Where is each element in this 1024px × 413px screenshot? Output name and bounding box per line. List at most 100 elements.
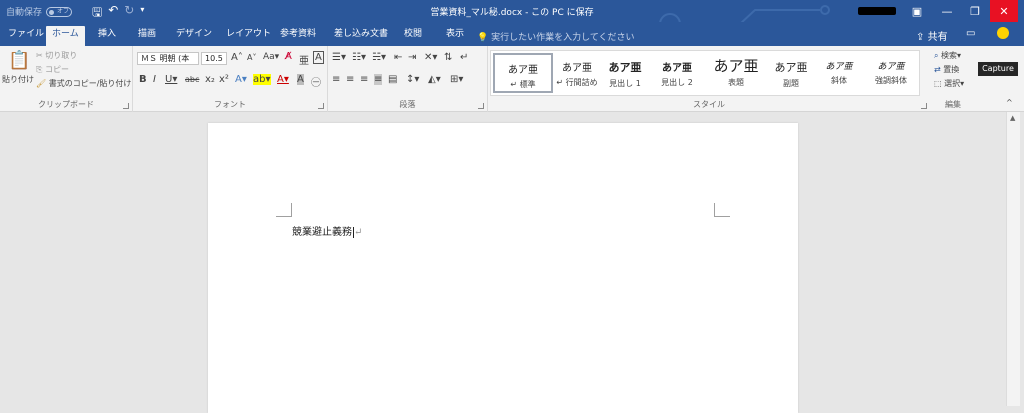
font-group: ＭＳ 明朝 (本 10.5 A˄ A˅ Aa▾ A̸ 亜 A B I U▾ ab… (133, 46, 328, 112)
font-color-icon[interactable]: A▾ (277, 74, 289, 85)
grow-font-icon[interactable]: A˄ (231, 52, 243, 63)
style-preview: あア亜 (662, 63, 692, 74)
format-painter-label: 書式のコピー/貼り付け (48, 79, 132, 88)
tab-review[interactable]: 校閲 (398, 26, 428, 46)
cut-button[interactable]: ✂ 切り取り (36, 50, 77, 61)
tab-design[interactable]: デザイン (170, 26, 218, 46)
style-normal[interactable]: あア亜 ↵ 標準 (493, 53, 553, 93)
font-launcher[interactable] (318, 103, 324, 109)
increase-indent-icon[interactable]: ⇥ (408, 52, 416, 63)
character-border-icon[interactable]: A (313, 51, 324, 64)
justify-icon[interactable]: ≡ (374, 74, 383, 85)
style-heading-1[interactable]: あア亜 見出し 1 (595, 53, 655, 93)
styles-gallery: あア亜 ↵ 標準 あア亜 ↵ 行間詰め あア亜 見出し 1 あア亜 見出し 2 … (490, 50, 920, 96)
style-name: 見出し 1 (609, 79, 641, 88)
highlight-color-icon[interactable]: ab▾ (253, 74, 271, 85)
decrease-indent-icon[interactable]: ⇤ (394, 52, 402, 63)
align-right-icon[interactable]: ≡ (360, 74, 368, 85)
asian-layout-icon[interactable]: ✕▾ (424, 52, 437, 63)
text-effects-icon[interactable]: A▾ (235, 74, 247, 85)
find-icon: ⌕ (934, 51, 939, 60)
tab-layout[interactable]: レイアウト (220, 26, 277, 46)
style-preview: あア亜 (877, 62, 905, 72)
clipboard-group-label: クリップボード (38, 100, 94, 109)
collapse-ribbon-icon[interactable]: ^ (1006, 98, 1013, 107)
tab-insert[interactable]: 挿入 (92, 26, 122, 46)
show-marks-icon[interactable]: ↵ (460, 52, 468, 63)
select-button[interactable]: ⬚ 選択▾ (934, 78, 964, 89)
bullets-icon[interactable]: ☰▾ (332, 52, 346, 63)
shrink-font-icon[interactable]: A˅ (247, 53, 256, 62)
tab-draw[interactable]: 描画 (132, 26, 162, 46)
margin-mark-left (276, 203, 292, 217)
style-heading-2[interactable]: あア亜 見出し 2 (647, 53, 707, 93)
font-name-dropdown[interactable]: ＭＳ 明朝 (本 (137, 52, 199, 65)
ribbon-display-options-icon[interactable]: ▣ (903, 0, 931, 22)
sort-icon[interactable]: ⇅ (444, 52, 452, 63)
capture-tooltip: Capture (978, 62, 1018, 76)
phonetic-guide-icon[interactable]: 亜 (299, 52, 309, 67)
close-button[interactable]: ✕ (990, 0, 1018, 22)
numbering-icon[interactable]: ☷▾ (352, 52, 366, 63)
comments-icon[interactable]: ▭ (966, 28, 975, 39)
underline-icon[interactable]: U▾ (165, 74, 177, 85)
tab-mailings[interactable]: 差し込み文書 (328, 26, 394, 46)
body-text-content: 競業避止義務 (292, 227, 352, 238)
multilevel-list-icon[interactable]: ☵▾ (372, 52, 386, 63)
paragraph-mark: ↵ (354, 227, 363, 238)
styles-launcher[interactable] (921, 103, 927, 109)
tab-references[interactable]: 参考資料 (274, 26, 322, 46)
minimize-button[interactable]: — (933, 0, 961, 22)
format-painter-button[interactable]: 🖌 書式のコピー/貼り付け (36, 78, 131, 89)
strikethrough-icon[interactable]: abc (185, 75, 199, 84)
line-spacing-icon[interactable]: ↕▾ (406, 74, 419, 85)
share-button[interactable]: ⇪ 共有 (916, 28, 948, 43)
feedback-smiley-icon[interactable] (997, 27, 1009, 39)
copy-label: コピー (44, 65, 69, 74)
clipboard-group: 📋 貼り付け ✂ 切り取り ⎘ コピー 🖌 書式のコピー/貼り付け クリップボー… (0, 46, 133, 112)
paragraph-launcher[interactable] (478, 103, 484, 109)
share-icon: ⇪ (916, 32, 925, 43)
distributed-icon[interactable]: ▤ (388, 74, 397, 85)
lightbulb-icon: 💡 (477, 33, 489, 43)
vertical-scrollbar[interactable]: ▲ (1006, 112, 1020, 406)
clipboard-launcher[interactable] (123, 103, 129, 109)
paste-icon[interactable]: 📋 (8, 50, 30, 71)
document-body-text[interactable]: 競業避止義務 ↵ (292, 223, 362, 238)
align-center-icon[interactable]: ≡ (346, 74, 354, 85)
shading-icon[interactable]: ◭▾ (428, 74, 441, 85)
font-size-dropdown[interactable]: 10.5 (201, 52, 227, 65)
style-intense-emphasis[interactable]: あア亜 強調斜体 (861, 53, 921, 93)
style-name: 斜体 (831, 76, 847, 85)
style-name: ↵ 標準 (510, 80, 536, 89)
find-label: 検索 (941, 51, 958, 60)
replace-button[interactable]: ⇄ 置換 (934, 64, 959, 75)
tell-me-placeholder: 実行したい作業を入力してください (491, 33, 635, 43)
ribbon-home: 📋 貼り付け ✂ 切り取り ⎘ コピー 🖌 書式のコピー/貼り付け クリップボー… (0, 46, 1024, 112)
change-case-icon[interactable]: Aa▾ (263, 52, 279, 62)
tell-me-box[interactable]: 💡 実行したい作業を入力してください (477, 30, 635, 43)
document-area: 競業避止義務 ↵ ▲ (0, 112, 1024, 413)
italic-icon[interactable]: I (153, 74, 156, 85)
superscript-icon[interactable]: x² (219, 74, 229, 85)
tab-home[interactable]: ホーム (46, 26, 85, 46)
title-bar: 自動保存 オフ 🖫 ↶ ↻ ▾ 営業資料_マル秘.docx - この PC に保… (0, 0, 1024, 41)
style-name-text: 標準 (519, 80, 536, 89)
copy-button[interactable]: ⎘ コピー (36, 64, 69, 75)
style-emphasis[interactable]: あア亜 斜体 (809, 53, 869, 93)
tab-file[interactable]: ファイル (2, 26, 50, 46)
find-button[interactable]: ⌕ 検索▾ (934, 50, 961, 61)
scroll-up-arrow-icon[interactable]: ▲ (1010, 114, 1015, 122)
restore-button[interactable]: ❐ (961, 0, 989, 22)
document-page[interactable]: 競業避止義務 ↵ (208, 123, 798, 413)
borders-icon[interactable]: ⊞▾ (450, 74, 463, 85)
clear-formatting-icon[interactable]: A̸ (285, 51, 292, 62)
enclosed-characters-icon[interactable]: ㊀ (311, 74, 321, 89)
tab-view[interactable]: 表示 (440, 26, 470, 46)
align-left-icon[interactable]: ≡ (332, 74, 340, 85)
character-shading-icon[interactable]: A (297, 74, 304, 85)
style-name: 見出し 2 (661, 78, 693, 87)
subscript-icon[interactable]: x₂ (205, 74, 215, 85)
paste-button[interactable]: 貼り付け (2, 74, 34, 85)
bold-icon[interactable]: B (139, 74, 147, 85)
